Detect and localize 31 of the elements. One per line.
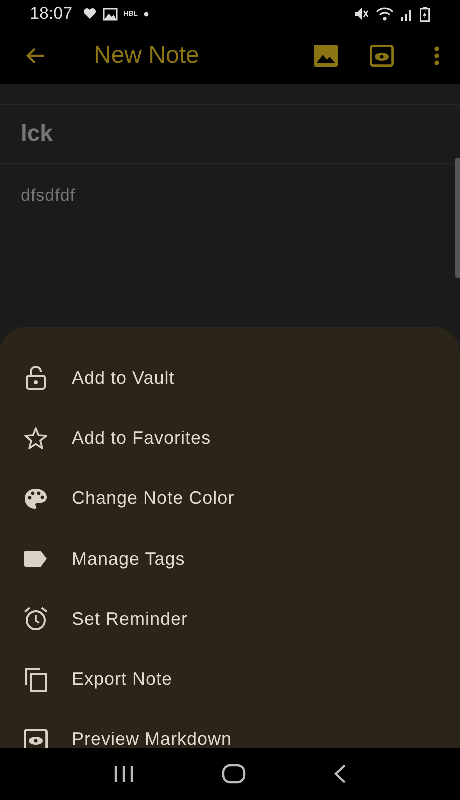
signal-icon	[400, 7, 414, 21]
status-time: 18:07	[30, 4, 73, 24]
palette-icon	[23, 488, 49, 510]
tag-icon	[23, 550, 49, 568]
menu-item[interactable]: Preview Markdown	[0, 710, 460, 748]
lock-icon	[23, 366, 49, 390]
scroll-handle[interactable]	[455, 158, 460, 278]
more-icon	[434, 46, 440, 66]
menu-item[interactable]: Set Reminder	[0, 589, 460, 650]
alarm-clock-icon	[23, 607, 49, 632]
note-body[interactable]: dfsdfdf	[21, 186, 76, 206]
star-icon	[23, 426, 49, 450]
menu-item[interactable]: Manage Tags	[0, 528, 460, 590]
heart-icon	[82, 8, 97, 20]
menu-item[interactable]: Add to Vault	[0, 348, 460, 408]
battery-icon	[420, 6, 430, 22]
dot-icon	[144, 12, 149, 16]
home-icon[interactable]	[222, 764, 246, 784]
back-nav-icon[interactable]	[332, 764, 347, 784]
menu-item[interactable]: Export Note	[0, 649, 460, 710]
wifi-icon	[376, 7, 394, 21]
menu-item[interactable]: Add to Favorites	[0, 408, 460, 469]
copy-icon	[23, 667, 49, 692]
eye-icon	[370, 45, 394, 67]
note-title[interactable]: lck	[0, 105, 460, 164]
screen-title: New Note	[94, 42, 200, 70]
mute-icon	[354, 7, 370, 21]
image-icon	[102, 8, 118, 20]
menu-item[interactable]: Change Note Color	[0, 468, 460, 529]
image-icon	[314, 45, 338, 67]
recent-apps-icon[interactable]	[113, 765, 136, 783]
